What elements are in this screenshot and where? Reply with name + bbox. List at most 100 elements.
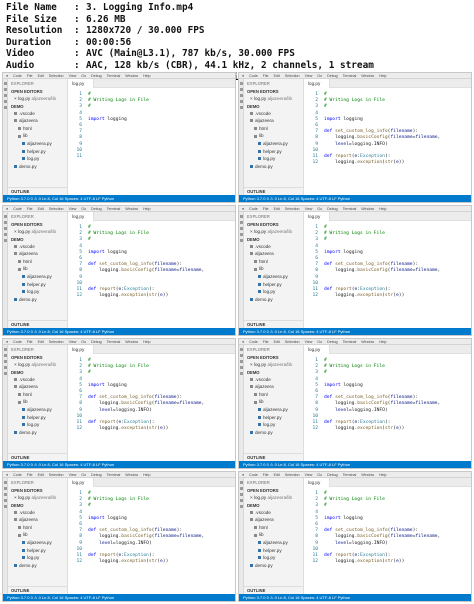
apple-icon[interactable]: ● [6, 207, 8, 211]
code-editor[interactable]: log.py 1 #2 # Writing Logs in File 3 #4 5 impor… [304, 79, 471, 195]
extensions-icon[interactable] [4, 106, 7, 109]
outline-section[interactable]: OUTLINE [8, 187, 67, 195]
apple-icon[interactable]: ● [242, 473, 244, 477]
source-control-icon[interactable] [4, 227, 7, 230]
outline-section[interactable]: OUTLINE [244, 453, 303, 461]
debug-icon[interactable] [240, 499, 243, 502]
outline-section[interactable]: OUTLINE [8, 320, 67, 328]
apple-icon[interactable]: ● [6, 74, 8, 78]
files-icon[interactable] [240, 215, 243, 218]
code-area[interactable]: 1 #2 # Writing Logs in File 3 #4 5 import logg… [68, 491, 235, 565]
menu-item-file[interactable]: File [263, 340, 269, 344]
tree-item[interactable]: html [244, 524, 303, 532]
menu-item-go[interactable]: Go [81, 207, 86, 211]
tree-item[interactable]: helper.py [8, 148, 67, 156]
tree-item[interactable]: .vscode [244, 509, 303, 517]
extensions-icon[interactable] [240, 106, 243, 109]
menu-item-selection[interactable]: Selection [285, 207, 300, 211]
menu-item-help[interactable]: Help [143, 207, 150, 211]
search-icon[interactable] [240, 487, 243, 490]
source-control-icon[interactable] [240, 227, 243, 230]
menu-item-go[interactable]: Go [317, 473, 322, 477]
tree-item[interactable]: lib [8, 265, 67, 273]
search-icon[interactable] [4, 487, 7, 490]
source-control-icon[interactable] [4, 94, 7, 97]
menu-item-code[interactable]: Code [249, 74, 258, 78]
tree-item[interactable]: helper.py [244, 148, 303, 156]
code-area[interactable]: 1 #2 # Writing Logs in File 3 #4 5 import logg… [68, 225, 235, 299]
menu-item-view[interactable]: View [305, 473, 313, 477]
tree-item[interactable]: aljazeera.py [8, 539, 67, 547]
tree-item[interactable]: helper.py [8, 547, 67, 555]
menu-item-debug[interactable]: Debug [327, 207, 338, 211]
menu-item-window[interactable]: Window [361, 340, 374, 344]
menu-item-window[interactable]: Window [125, 207, 138, 211]
menu-item-terminal[interactable]: Terminal [107, 473, 121, 477]
menu-item-view[interactable]: View [305, 207, 313, 211]
outline-section[interactable]: OUTLINE [244, 586, 303, 594]
menu-item-help[interactable]: Help [143, 340, 150, 344]
tree-item[interactable]: demo.py [244, 562, 303, 570]
code-editor[interactable]: log.py 1 #2 # Writing Logs in File 3 #4 5 impor… [68, 345, 235, 461]
files-icon[interactable] [4, 82, 7, 85]
menu-item-debug[interactable]: Debug [91, 340, 102, 344]
files-icon[interactable] [4, 348, 7, 351]
outline-section[interactable]: OUTLINE [244, 187, 303, 195]
open-editor-item[interactable]: × log.py aljazeera/lib [244, 95, 303, 103]
tree-item[interactable]: html [8, 258, 67, 266]
menu-item-debug[interactable]: Debug [327, 473, 338, 477]
apple-icon[interactable]: ● [242, 340, 244, 344]
extensions-icon[interactable] [4, 505, 7, 508]
menu-item-window[interactable]: Window [125, 473, 138, 477]
tab-log-py[interactable]: log.py [68, 79, 94, 88]
menu-item-go[interactable]: Go [317, 74, 322, 78]
code-area[interactable]: 1 #2 # Writing Logs in File 3 #4 5 import logg… [68, 358, 235, 432]
menu-item-selection[interactable]: Selection [49, 340, 64, 344]
menu-item-code[interactable]: Code [13, 207, 22, 211]
source-control-icon[interactable] [4, 493, 7, 496]
tree-item[interactable]: .vscode [244, 243, 303, 251]
menu-item-help[interactable]: Help [379, 473, 386, 477]
debug-icon[interactable] [4, 233, 7, 236]
tree-item[interactable]: aljazeera [244, 383, 303, 391]
tree-item[interactable]: helper.py [8, 414, 67, 422]
menu-item-file[interactable]: File [27, 74, 33, 78]
menu-item-go[interactable]: Go [81, 473, 86, 477]
tab-log-py[interactable]: log.py [304, 345, 330, 354]
menu-item-edit[interactable]: Edit [38, 340, 44, 344]
tree-item[interactable]: lib [8, 531, 67, 539]
search-icon[interactable] [4, 88, 7, 91]
menu-item-help[interactable]: Help [143, 473, 150, 477]
tab-log-py[interactable]: log.py [68, 212, 94, 221]
menu-item-selection[interactable]: Selection [49, 74, 64, 78]
menu-item-edit[interactable]: Edit [38, 473, 44, 477]
menu-item-terminal[interactable]: Terminal [343, 473, 357, 477]
menu-item-window[interactable]: Window [125, 74, 138, 78]
code-area[interactable]: 1 #2 # Writing Logs in File 3 #4 5 import logg… [304, 358, 471, 432]
tree-item[interactable]: demo.py [8, 429, 67, 437]
menu-item-edit[interactable]: Edit [274, 340, 280, 344]
tree-item[interactable]: aljazeera.py [8, 273, 67, 281]
tree-item[interactable]: log.py [244, 155, 303, 163]
menu-item-view[interactable]: View [305, 74, 313, 78]
code-editor[interactable]: log.py 1 #2 # Writing Logs in File 3 #4 5 impor… [304, 478, 471, 594]
code-editor[interactable]: log.py 1 #2 # Writing Logs in File 3 #4 5 impor… [68, 478, 235, 594]
search-icon[interactable] [240, 221, 243, 224]
tab-log-py[interactable]: log.py [68, 345, 94, 354]
menu-item-selection[interactable]: Selection [285, 340, 300, 344]
menu-item-selection[interactable]: Selection [49, 473, 64, 477]
tree-item[interactable]: aljazeera.py [244, 539, 303, 547]
menu-item-file[interactable]: File [263, 473, 269, 477]
tree-item[interactable]: aljazeera [8, 516, 67, 524]
menu-item-code[interactable]: Code [249, 207, 258, 211]
tree-item[interactable]: aljazeera [244, 516, 303, 524]
open-editors-section[interactable]: OPEN EDITORS [8, 354, 67, 361]
extensions-icon[interactable] [4, 372, 7, 375]
tree-item[interactable]: helper.py [244, 281, 303, 289]
tree-item[interactable]: demo.py [8, 562, 67, 570]
tree-item[interactable]: html [244, 125, 303, 133]
menu-item-edit[interactable]: Edit [38, 74, 44, 78]
tab-log-py[interactable]: log.py [68, 478, 94, 487]
extensions-icon[interactable] [240, 372, 243, 375]
menu-item-code[interactable]: Code [13, 340, 22, 344]
